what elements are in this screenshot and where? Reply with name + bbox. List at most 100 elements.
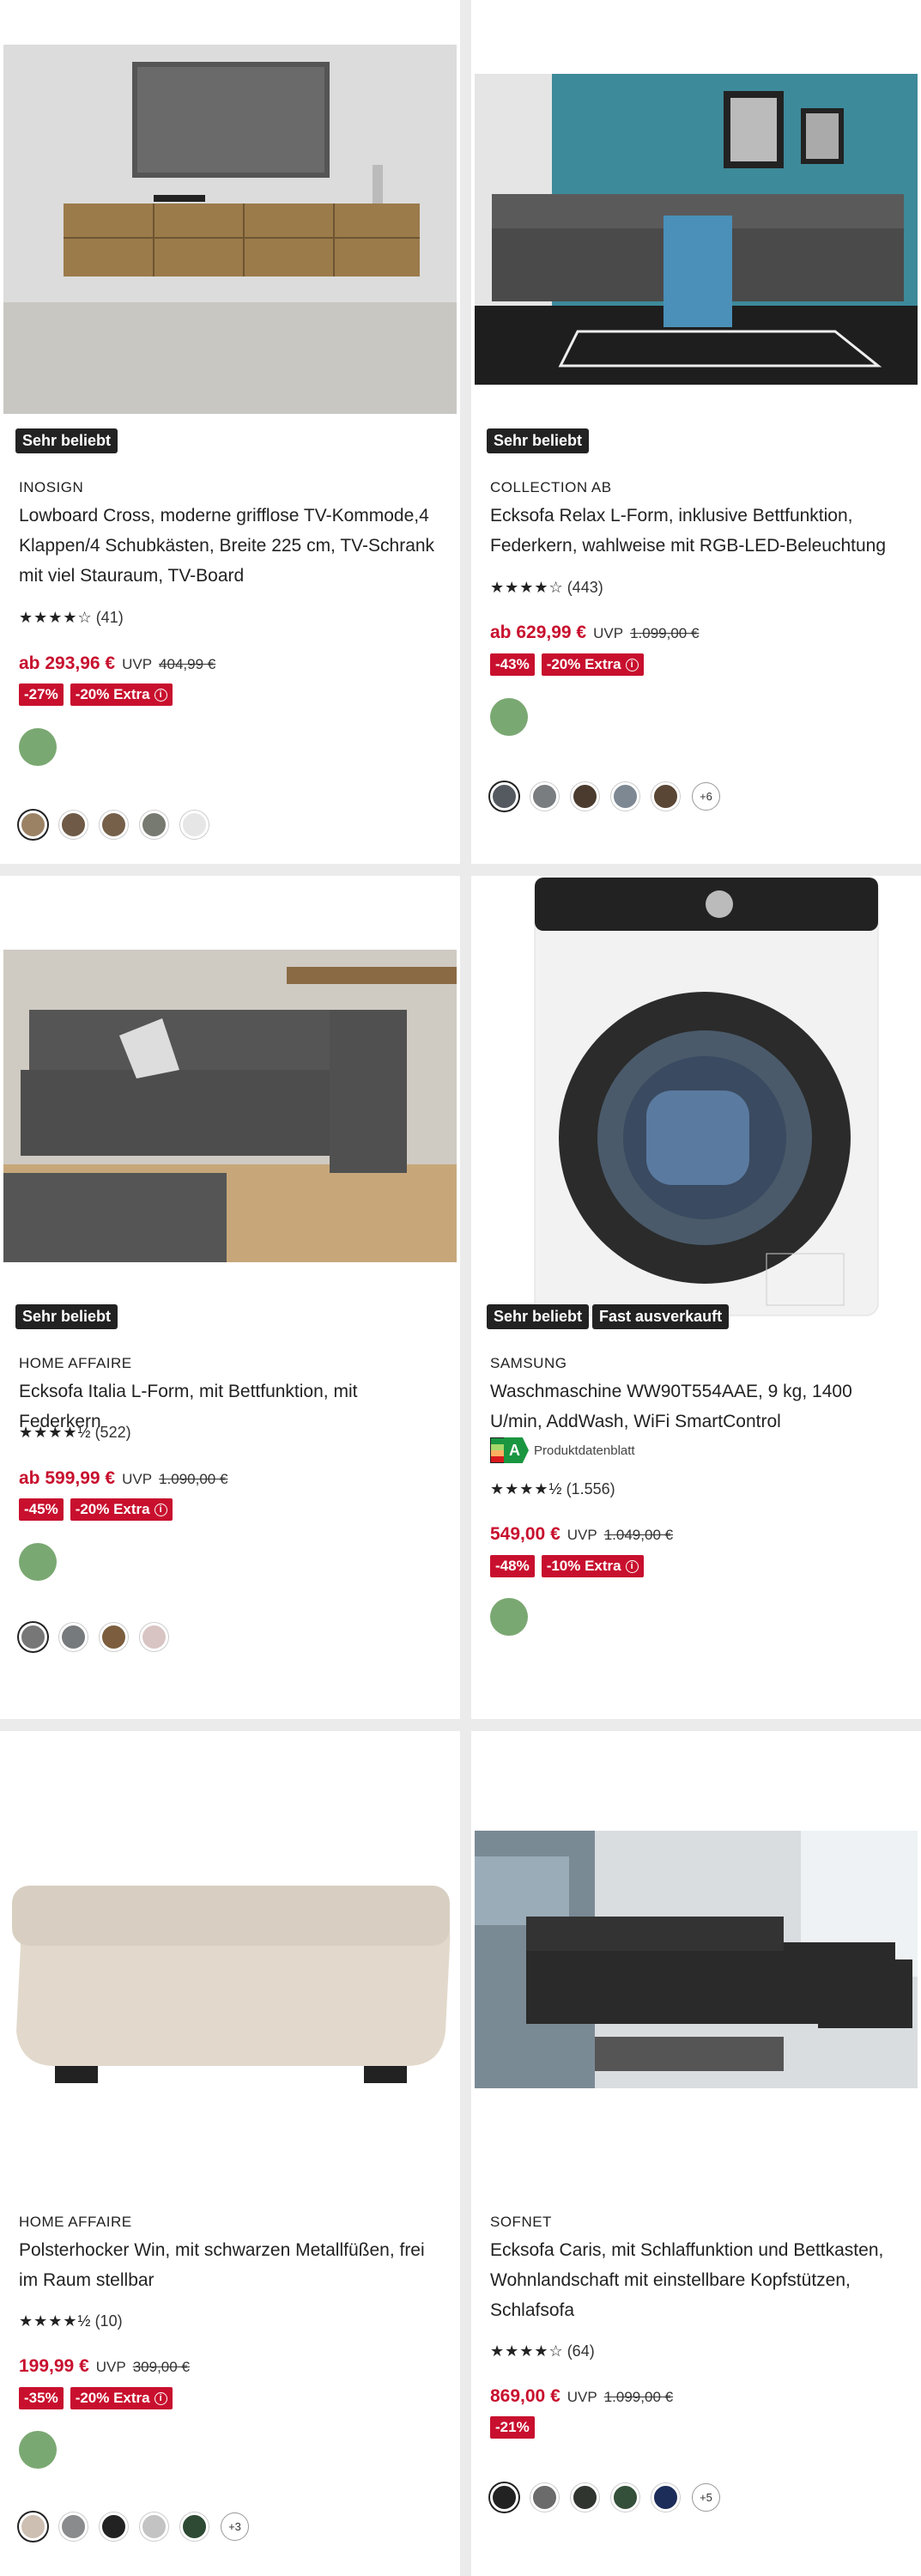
more-colors-button[interactable]: +3: [221, 2512, 249, 2541]
product-image[interactable]: [3, 1808, 457, 2117]
sustainability-icon[interactable]: [19, 2431, 57, 2469]
sustainability-icon[interactable]: [490, 698, 528, 736]
more-colors-button[interactable]: +6: [692, 782, 720, 811]
color-swatch[interactable]: [59, 1623, 88, 1651]
info-icon[interactable]: i: [625, 1559, 639, 1573]
color-swatches: +3: [19, 2512, 249, 2541]
color-swatch[interactable]: [140, 811, 168, 839]
uvp-label: UVP: [593, 625, 624, 641]
extra-discount-tag[interactable]: -20% Extra i: [541, 653, 644, 676]
rating-stars: ★★★★☆: [490, 2342, 564, 2360]
color-swatch[interactable]: [530, 2483, 559, 2512]
more-colors-button[interactable]: +5: [692, 2483, 720, 2512]
energy-class-icon: A: [490, 1437, 529, 1463]
rating-stars: ★★★★☆: [490, 579, 564, 596]
color-swatch[interactable]: [140, 2512, 168, 2541]
discount-tag: -27%: [19, 683, 64, 706]
color-swatch[interactable]: [140, 1623, 168, 1651]
product-title[interactable]: Polsterhocker Win, mit schwarzen Metallf…: [19, 2235, 438, 2295]
product-image[interactable]: [475, 876, 918, 1322]
status-badge: Fast ausverkauft: [592, 1304, 730, 1329]
color-swatch[interactable]: [100, 1623, 128, 1651]
price-row: ab 629,99 € UVP 1.099,00 €: [490, 623, 699, 643]
product-datasheet-link[interactable]: Produktdatenblatt: [534, 1443, 635, 1458]
uvp-label: UVP: [95, 2359, 126, 2375]
product-price: ab 629,99 €: [490, 623, 587, 642]
price-row: 549,00 € UVP 1.049,00 €: [490, 1524, 673, 1545]
product-brand: INOSIGN: [19, 479, 84, 495]
product-brand: SOFNET: [490, 2214, 552, 2230]
color-swatch[interactable]: [651, 782, 680, 811]
status-badge: Sehr beliebt: [487, 428, 590, 453]
product-rating: ★★★★☆ (41): [19, 609, 124, 627]
sustainability-icon[interactable]: [490, 1598, 528, 1636]
product-rating: ★★★★½ (522): [19, 1424, 131, 1442]
color-swatch[interactable]: [180, 811, 209, 839]
product-title[interactable]: Waschmaschine WW90T554AAE, 9 kg, 1400 U/…: [490, 1376, 899, 1437]
product-image[interactable]: [475, 1831, 918, 2088]
discount-value: -43%: [495, 656, 530, 672]
product-rating: ★★★★½ (1.556): [490, 1480, 615, 1498]
product-title[interactable]: Ecksofa Caris, mit Schlaffunktion und Be…: [490, 2235, 899, 2325]
badge-list: Sehr beliebt Fast ausverkauft: [487, 1304, 730, 1329]
color-swatch[interactable]: [651, 2483, 680, 2512]
discount-tag: -35%: [19, 2387, 64, 2409]
product-brand: HOME AFFAIRE: [19, 1355, 132, 1371]
color-swatch[interactable]: [530, 782, 559, 811]
badge-list: Sehr beliebt: [15, 428, 118, 453]
color-swatch[interactable]: [100, 2512, 128, 2541]
product-card[interactable]: Sehr beliebt COLLECTION AB Ecksofa Relax…: [471, 0, 921, 864]
info-icon[interactable]: i: [154, 688, 167, 702]
color-swatch[interactable]: [180, 2512, 209, 2541]
extra-discount-tag[interactable]: -20% Extra i: [70, 683, 173, 706]
sustainability-icon[interactable]: [19, 1543, 57, 1581]
extra-discount-tag[interactable]: -10% Extra i: [541, 1555, 644, 1577]
rating-stars: ★★★★½: [19, 1424, 92, 1441]
discount-tags: -45% -20% Extra i: [19, 1498, 173, 1521]
product-image[interactable]: [475, 74, 918, 385]
color-swatch[interactable]: [19, 811, 47, 839]
product-image[interactable]: [3, 45, 457, 414]
review-count: (64): [567, 2342, 595, 2360]
info-icon[interactable]: i: [154, 1503, 167, 1516]
product-card[interactable]: SOFNET Ecksofa Caris, mit Schlaffunktion…: [471, 1731, 921, 2576]
color-swatches: [19, 1623, 168, 1651]
color-swatches: [19, 811, 209, 839]
price-row: ab 293,96 € UVP 404,99 €: [19, 653, 215, 674]
energy-label[interactable]: A Produktdatenblatt: [490, 1437, 635, 1463]
color-swatch[interactable]: [611, 2483, 639, 2512]
color-swatch[interactable]: [100, 811, 128, 839]
color-swatch[interactable]: [571, 782, 599, 811]
extra-value: -20% Extra: [546, 656, 621, 672]
product-card[interactable]: HOME AFFAIRE Polsterhocker Win, mit schw…: [0, 1731, 460, 2576]
badge-list: Sehr beliebt: [487, 428, 590, 453]
energy-class: A: [504, 1437, 529, 1463]
product-image[interactable]: [3, 950, 457, 1262]
product-card[interactable]: Sehr beliebt Fast ausverkauft SAMSUNG Wa…: [471, 876, 921, 1719]
product-card[interactable]: Sehr beliebt HOME AFFAIRE Ecksofa Italia…: [0, 876, 460, 1719]
info-icon[interactable]: i: [154, 2391, 167, 2405]
color-swatch[interactable]: [19, 1623, 47, 1651]
rating-stars: ★★★★☆: [19, 609, 93, 626]
extra-discount-tag[interactable]: -20% Extra i: [70, 2387, 173, 2409]
color-swatch[interactable]: [19, 2512, 47, 2541]
price-row: ab 599,99 € UVP 1.090,00 €: [19, 1468, 227, 1489]
color-swatch[interactable]: [490, 782, 518, 811]
discount-tag: -48%: [490, 1555, 535, 1577]
discount-value: -35%: [24, 2390, 58, 2406]
color-swatch[interactable]: [59, 2512, 88, 2541]
product-card[interactable]: Sehr beliebt INOSIGN Lowboard Cross, mod…: [0, 0, 460, 864]
product-title[interactable]: Lowboard Cross, moderne grifflose TV-Kom…: [19, 501, 438, 591]
product-brand: COLLECTION AB: [490, 479, 612, 495]
color-swatch[interactable]: [59, 811, 88, 839]
color-swatch[interactable]: [571, 2483, 599, 2512]
color-swatches: +6: [490, 782, 720, 811]
color-swatch[interactable]: [490, 2483, 518, 2512]
product-title[interactable]: Ecksofa Relax L-Form, inklusive Bettfunk…: [490, 501, 899, 561]
color-swatch[interactable]: [611, 782, 639, 811]
discount-tags: -43% -20% Extra i: [490, 653, 644, 676]
sustainability-icon[interactable]: [19, 728, 57, 766]
extra-discount-tag[interactable]: -20% Extra i: [70, 1498, 173, 1521]
discount-tag: -21%: [490, 2416, 535, 2439]
info-icon[interactable]: i: [625, 658, 639, 671]
